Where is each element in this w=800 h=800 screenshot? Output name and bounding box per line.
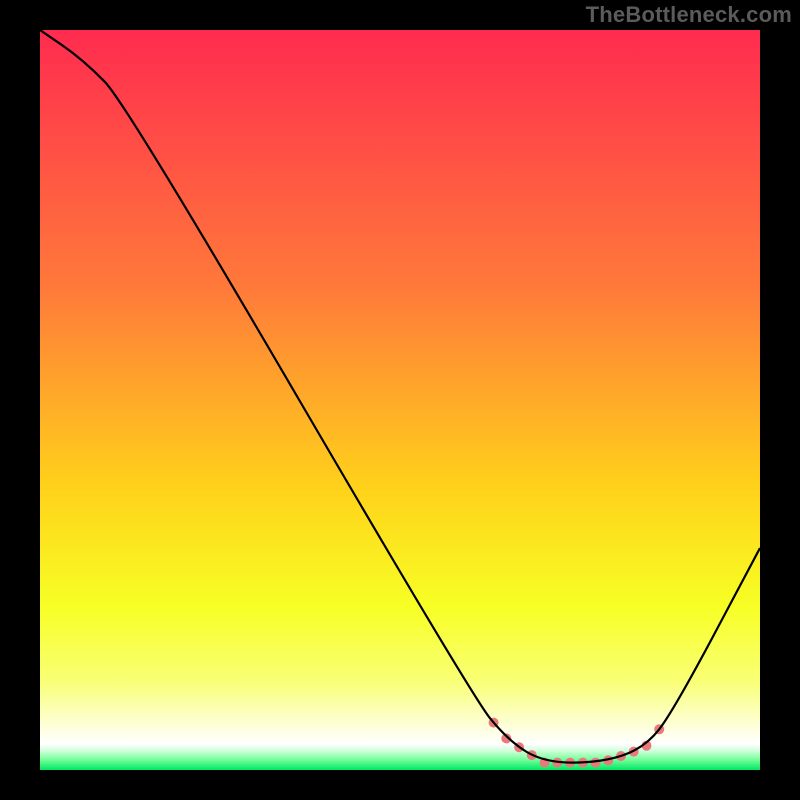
chart-plot-area	[40, 30, 760, 770]
watermark-text: TheBottleneck.com	[586, 2, 792, 28]
chart-frame: { "watermark": "TheBottleneck.com", "cha…	[0, 0, 800, 800]
bottleneck-chart	[40, 30, 760, 770]
